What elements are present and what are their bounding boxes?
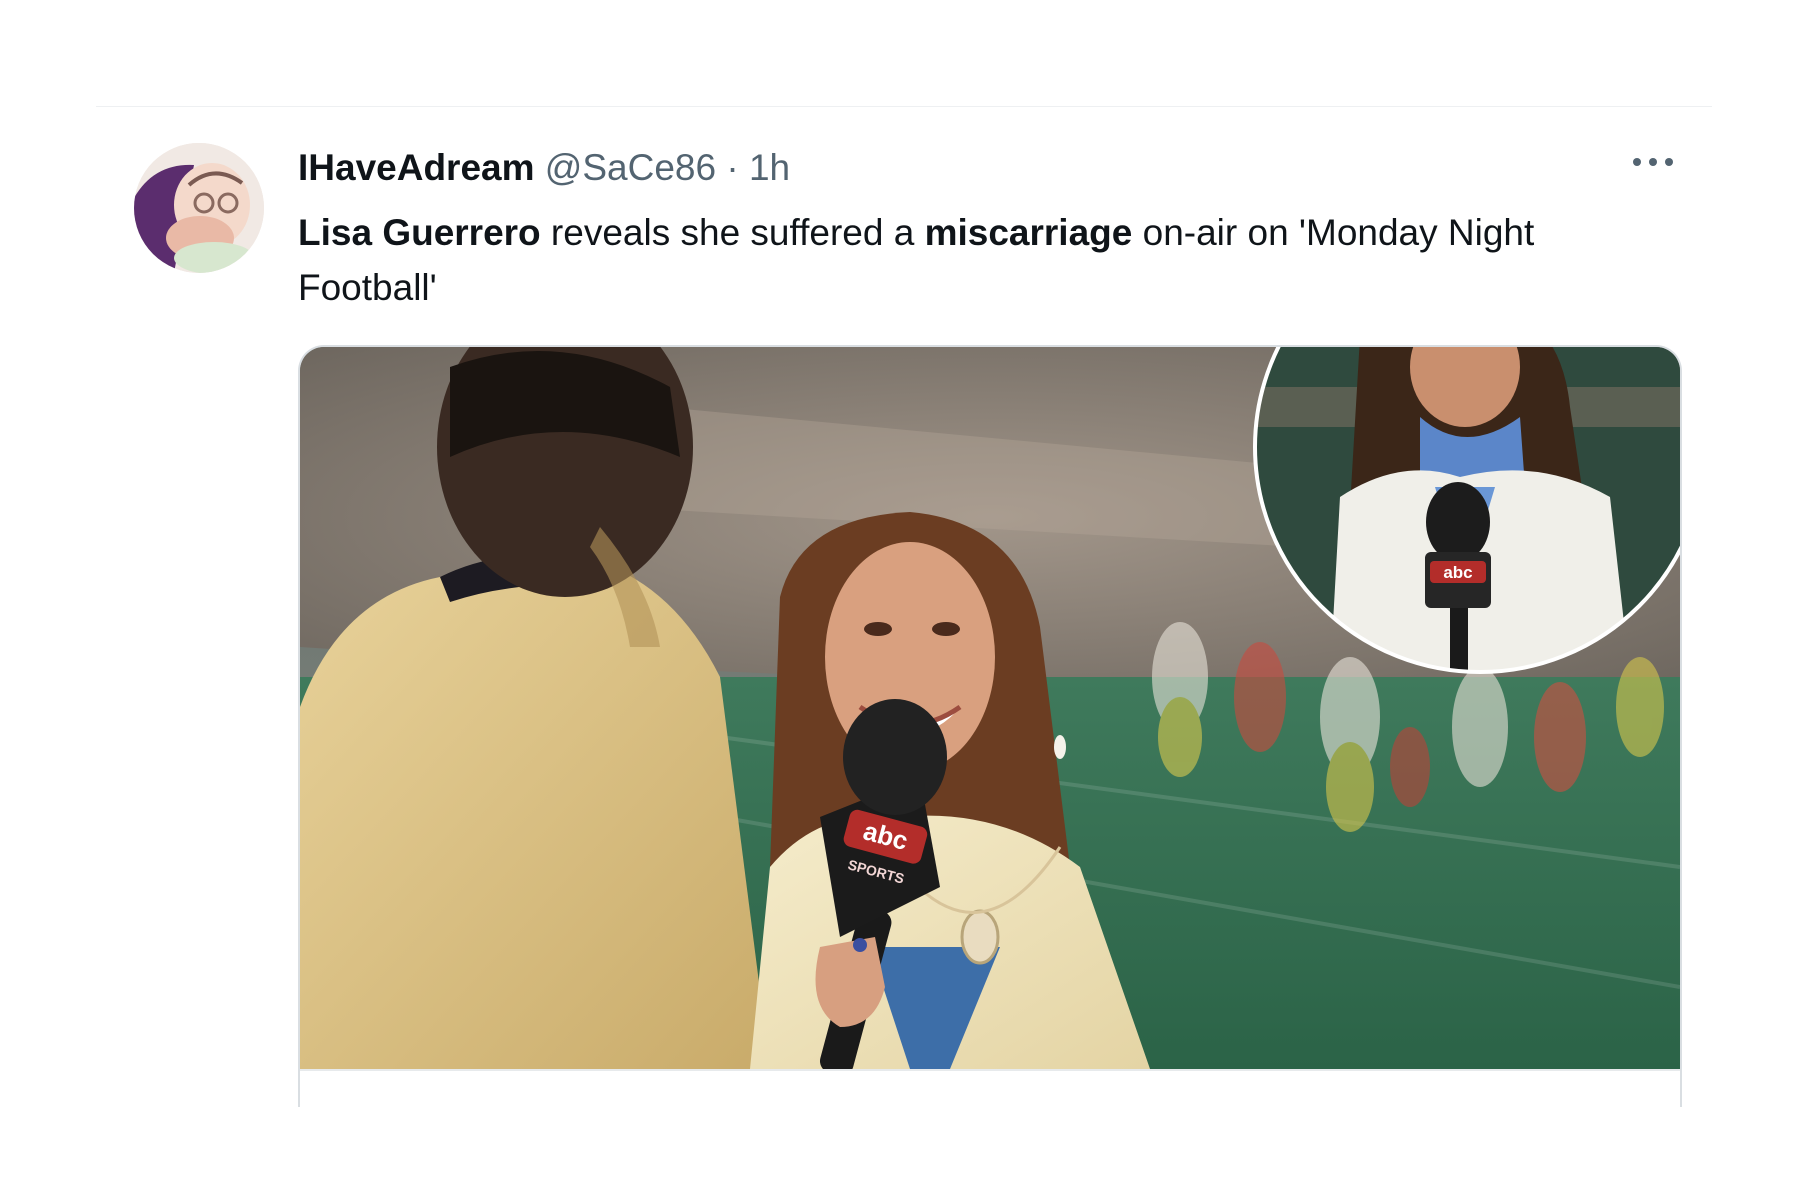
- tweet-header: IHaveAdream @SaCe86 · 1h: [298, 146, 790, 190]
- user-avatar[interactable]: [134, 143, 264, 273]
- more-options-button[interactable]: [1628, 142, 1678, 182]
- inset-mic-flag-logo: abc: [1443, 563, 1472, 582]
- highlighted-name: Lisa Guerrero: [298, 212, 541, 253]
- highlighted-keyword: miscarriage: [924, 212, 1133, 253]
- media-card[interactable]: abc SPORTS abc: [298, 345, 1682, 1107]
- tweet-text: Lisa Guerrero reveals she suffered a mis…: [298, 205, 1678, 315]
- author-handle[interactable]: @SaCe86: [545, 147, 716, 188]
- author-display-name[interactable]: IHaveAdream: [298, 147, 535, 188]
- tweet-text-part1: reveals she suffered a: [540, 212, 925, 253]
- tweet-timestamp[interactable]: 1h: [749, 147, 790, 188]
- ellipsis-icon: [1633, 158, 1673, 166]
- card-footer: [300, 1069, 1680, 1107]
- tweet[interactable]: IHaveAdream @SaCe86 · 1h Lisa Guerrero r…: [0, 0, 1800, 1200]
- tweet-photo[interactable]: abc SPORTS abc: [300, 347, 1680, 1069]
- header-separator: ·: [726, 147, 739, 188]
